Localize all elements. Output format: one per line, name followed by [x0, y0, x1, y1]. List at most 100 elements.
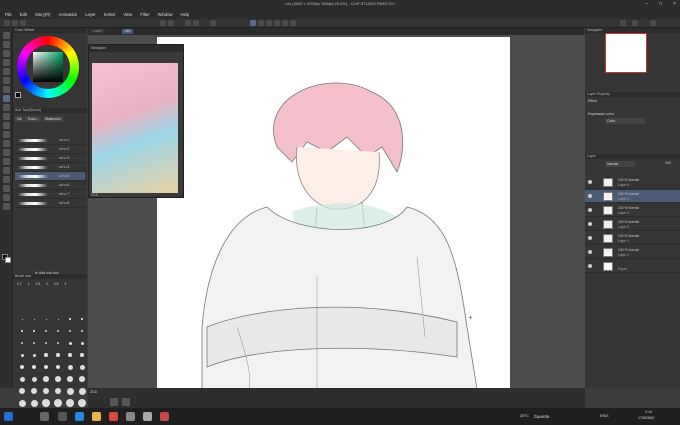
transform-icon[interactable] — [193, 20, 199, 26]
pencil-icon[interactable] — [3, 95, 10, 102]
expression-color-select[interactable]: Color — [605, 118, 645, 124]
grid-icon[interactable] — [290, 20, 296, 26]
language-indicator[interactable]: ENG — [600, 413, 609, 418]
menu-story[interactable]: Story(R) — [35, 12, 51, 17]
brush-size-preset[interactable] — [57, 330, 59, 332]
ruler-icon[interactable] — [3, 176, 10, 183]
layer-row[interactable]: 100 % Normal Layer 4 — [585, 190, 680, 203]
save-icon[interactable] — [20, 20, 26, 26]
clip-studio-icon[interactable] — [160, 412, 169, 421]
grid-icon[interactable] — [266, 20, 272, 26]
menu-filter[interactable]: Filter — [140, 12, 149, 17]
eye-icon[interactable] — [588, 194, 592, 198]
blend-icon[interactable] — [3, 131, 10, 138]
menu-edit[interactable]: Edit — [20, 12, 27, 17]
airbrush-icon[interactable] — [3, 113, 10, 120]
brush-item[interactable]: แปรง 1 — [15, 136, 85, 145]
brush-size-preset[interactable] — [68, 341, 72, 345]
brush-item[interactable]: แปรง 5 — [15, 172, 85, 181]
brush-size-preset[interactable] — [33, 330, 35, 332]
current-color-swatch[interactable] — [15, 92, 21, 98]
chrome-icon[interactable] — [109, 412, 118, 421]
brush-size-preset[interactable] — [42, 387, 50, 395]
menu-animation[interactable]: Animation — [59, 12, 78, 17]
reference-zoom[interactable]: 23.8 — [91, 193, 97, 197]
ruler-icon[interactable] — [258, 20, 264, 26]
brush-size-preset[interactable] — [31, 376, 37, 382]
eye-icon[interactable] — [588, 180, 592, 184]
brush-size-preset[interactable] — [79, 364, 85, 370]
tab-watercolor[interactable]: Watercolor — [42, 116, 63, 122]
menu-view[interactable]: View — [123, 12, 132, 17]
brush-size-preset[interactable] — [32, 341, 36, 345]
brush-size-preset[interactable] — [69, 318, 71, 320]
brush-size-preset[interactable] — [67, 376, 73, 382]
layer-row[interactable]: 100 % Normal Layer 3 — [585, 204, 680, 217]
brush-size-preset[interactable] — [45, 330, 47, 332]
brush-size-preset[interactable] — [80, 353, 84, 357]
brush-size-preset[interactable] — [43, 364, 49, 370]
fill-icon[interactable] — [3, 140, 10, 147]
grid-icon[interactable] — [122, 398, 130, 406]
layer-row[interactable]: 100 % Normal Layer 6 — [585, 176, 680, 189]
brush-size-preset[interactable] — [68, 353, 72, 357]
snap-icon[interactable] — [250, 20, 256, 26]
brush-size-preset[interactable] — [67, 364, 73, 370]
balloon-icon[interactable] — [3, 194, 10, 201]
brush-size-grid[interactable] — [16, 313, 86, 413]
tab-layer[interactable]: Layer — [90, 29, 105, 34]
brush-size-preset[interactable] — [56, 353, 60, 357]
brush-size-preset[interactable] — [21, 330, 23, 332]
eye-icon[interactable] — [588, 222, 592, 226]
brush-size-preset[interactable] — [19, 364, 25, 370]
brush-size-preset[interactable] — [43, 376, 49, 382]
clock-time[interactable]: 3:14 — [645, 410, 652, 414]
tab-document[interactable]: xxx — [122, 29, 134, 34]
menu-file[interactable]: File — [5, 12, 12, 17]
layer-row[interactable]: 100 % Normal Layer 5 — [585, 218, 680, 231]
layer-row[interactable]: 100 % Normal Layer 1 — [585, 232, 680, 245]
fit-icon[interactable] — [110, 398, 118, 406]
brush-size-preset[interactable] — [18, 399, 26, 407]
brush-item[interactable]: แปรง 2 — [15, 145, 85, 154]
saturation-square[interactable] — [33, 52, 63, 82]
minimize-icon[interactable]: – — [645, 1, 648, 7]
hand-icon[interactable] — [3, 41, 10, 48]
brush-size-preset[interactable] — [32, 353, 36, 357]
select-icon[interactable] — [3, 59, 10, 66]
blend-mode-select[interactable]: Normal — [605, 161, 635, 167]
brush-size-preset[interactable] — [20, 353, 24, 357]
zoom-icon[interactable] — [3, 32, 10, 39]
brush-item[interactable]: แปรง 4 — [15, 163, 85, 172]
open-icon[interactable] — [12, 20, 18, 26]
weather-temp[interactable]: 26°C — [520, 413, 529, 418]
grid-icon[interactable] — [274, 20, 280, 26]
pen-icon[interactable] — [3, 86, 10, 93]
clear-icon[interactable] — [185, 20, 191, 26]
menu-layer[interactable]: Layer — [85, 12, 95, 17]
brush-size-preset[interactable] — [66, 399, 74, 407]
correct-line-icon[interactable] — [3, 203, 10, 210]
brush-size-preset[interactable] — [31, 364, 37, 370]
brush-size-preset[interactable] — [18, 387, 26, 395]
layer-row[interactable]: Paper — [585, 260, 680, 273]
grid-icon[interactable] — [282, 20, 288, 26]
brush-size-preset[interactable] — [54, 387, 62, 395]
gradient-icon[interactable] — [3, 149, 10, 156]
brush-size-preset[interactable] — [56, 341, 60, 345]
tab-ink[interactable]: Ink — [15, 116, 24, 122]
brush-size-preset[interactable] — [78, 399, 86, 407]
eye-icon[interactable] — [588, 250, 592, 254]
brush-item[interactable]: แปรง 3 — [15, 154, 85, 163]
brush-size-preset[interactable] — [69, 330, 71, 332]
brush-icon[interactable] — [3, 104, 10, 111]
reference-window[interactable]: Navigator 23.8 — [88, 44, 184, 198]
eye-icon[interactable] — [588, 236, 592, 240]
undo-icon[interactable] — [160, 20, 166, 26]
brush-size-preset[interactable] — [66, 387, 74, 395]
brush-size-preset[interactable] — [81, 318, 83, 320]
brush-size-preset[interactable] — [80, 341, 84, 345]
text-icon[interactable] — [3, 185, 10, 192]
edge-icon[interactable] — [75, 412, 84, 421]
new-icon[interactable] — [4, 20, 10, 26]
